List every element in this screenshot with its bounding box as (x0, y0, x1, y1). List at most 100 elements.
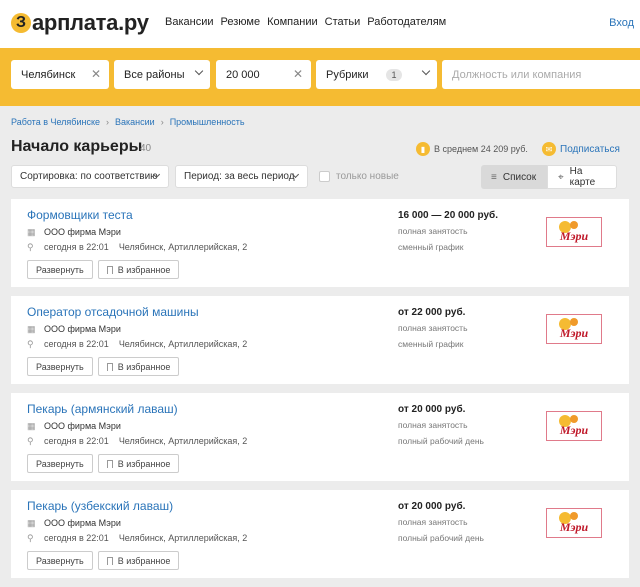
district-select[interactable]: Все районы (114, 60, 210, 89)
company-name[interactable]: ООО фирма Мэри (44, 421, 121, 431)
vacancy-company: ▦ ООО фирма Мэри (27, 227, 121, 237)
company-name[interactable]: ООО фирма Мэри (44, 518, 121, 528)
expand-label: Развернуть (36, 458, 84, 469)
city-field[interactable]: Челябинск ✕ (11, 60, 109, 89)
checkbox-box[interactable] (319, 171, 330, 182)
favorite-label: В избранное (117, 458, 171, 469)
location-icon: ⚲ (27, 435, 34, 446)
company-name[interactable]: ООО фирма Мэри (44, 324, 121, 334)
vacancy-address: Челябинск, Артиллерийская, 2 (118, 242, 248, 252)
only-new-checkbox[interactable]: только новые (319, 171, 399, 182)
vacancy-company: ▦ ООО фирма Мэри (27, 324, 121, 334)
building-icon: ▦ (27, 517, 36, 528)
site-logo[interactable]: З арплата.ру (11, 10, 149, 36)
favorite-label: В избранное (117, 361, 171, 372)
nav-item-vacancies[interactable]: Вакансии (165, 16, 214, 28)
vacancy-card: Оператор отсадочной машины ▦ ООО фирма М… (11, 296, 629, 384)
only-new-label: только новые (336, 171, 399, 182)
vacancy-card: Пекарь (армянский лаваш) ▦ ООО фирма Мэр… (11, 393, 629, 481)
period-value: Период: за весь период (184, 171, 295, 182)
company-logo[interactable]: Мэри (546, 411, 602, 441)
expand-label: Развернуть (36, 264, 84, 275)
company-name[interactable]: ООО фирма Мэри (44, 227, 121, 237)
view-list-label: Список (502, 171, 537, 183)
expand-button[interactable]: Развернуть (27, 357, 93, 376)
vacancy-schedule: полный рабочий день (398, 436, 484, 446)
svg-text:Мэри: Мэри (559, 229, 589, 243)
expand-button[interactable]: Развернуть (27, 260, 93, 279)
favorite-button[interactable]: В избранное (97, 454, 180, 473)
rubrics-select[interactable]: Рубрики 1 (316, 60, 437, 89)
building-icon: ▦ (27, 420, 36, 431)
breadcrumb-item-industry[interactable]: Промышленность (170, 117, 245, 127)
query-input[interactable]: Должность или компания (442, 60, 640, 89)
period-select[interactable]: Период: за весь период (175, 165, 308, 188)
vacancy-salary: 16 000 — 20 000 руб. (398, 210, 498, 221)
clear-icon[interactable]: ✕ (91, 67, 101, 81)
vacancy-actions: Развернуть В избранное (27, 454, 180, 473)
building-icon: ▦ (27, 323, 36, 334)
subscribe-link[interactable]: ✉ Подписаться (542, 142, 620, 156)
building-icon: ▦ (27, 226, 36, 237)
vacancy-title[interactable]: Пекарь (армянский лаваш) (27, 402, 178, 416)
company-logo[interactable]: Мэри (546, 217, 602, 247)
nav-item-articles[interactable]: Статьи (325, 16, 361, 28)
top-bar: З арплата.ру Вакансии Резюме Компании Ст… (0, 0, 640, 48)
vacancy-company: ▦ ООО фирма Мэри (27, 421, 121, 431)
vacancy-employment: полная занятость (398, 323, 468, 333)
breadcrumb-item-vacancies[interactable]: Вакансии (115, 117, 155, 127)
view-list-button[interactable]: ≡ Список (481, 165, 547, 189)
salary-field[interactable]: 20 000 ✕ (216, 60, 311, 89)
list-icon: ≡ (491, 171, 497, 183)
vacancy-salary: от 20 000 руб. (398, 404, 466, 415)
vacancy-salary: от 20 000 руб. (398, 501, 466, 512)
view-map-label: На карте (569, 166, 596, 188)
vacancy-title[interactable]: Пекарь (узбекский лаваш) (27, 499, 173, 513)
vacancy-actions: Развернуть В избранное (27, 551, 180, 570)
vacancy-actions: Развернуть В избранное (27, 357, 180, 376)
vacancy-date: сегодня в 22:01 (44, 436, 109, 446)
vacancy-employment: полная занятость (398, 226, 468, 236)
svg-text:Мэри: Мэри (559, 326, 589, 340)
clear-icon[interactable]: ✕ (293, 67, 303, 81)
login-link[interactable]: Вход (609, 17, 634, 29)
breadcrumb-item-city[interactable]: Работа в Челябинске (11, 117, 100, 127)
favorite-button[interactable]: В избранное (97, 357, 180, 376)
vacancy-actions: Развернуть В избранное (27, 260, 180, 279)
svg-text:Мэри: Мэри (559, 423, 589, 437)
chevron-down-icon (421, 66, 431, 76)
bookmark-icon (106, 459, 113, 468)
chart-icon: ▮ (416, 142, 430, 156)
vacancy-date: сегодня в 22:01 (44, 242, 109, 252)
vacancy-company: ▦ ООО фирма Мэри (27, 518, 121, 528)
favorite-button[interactable]: В избранное (97, 260, 180, 279)
query-placeholder: Должность или компания (452, 68, 582, 81)
page-title: Начало карьеры (11, 138, 143, 155)
average-salary: ▮ В среднем 24 209 руб. (416, 142, 528, 156)
vacancy-date: сегодня в 22:01 (44, 533, 109, 543)
vacancy-title[interactable]: Формовщики теста (27, 208, 133, 222)
salary-value: 20 000 (226, 68, 260, 81)
company-logo-image: Мэри (559, 221, 589, 243)
nav-item-resumes[interactable]: Резюме (221, 16, 261, 28)
company-logo[interactable]: Мэри (546, 508, 602, 538)
favorite-button[interactable]: В избранное (97, 551, 180, 570)
main-nav: Вакансии Резюме Компании Статьи Работода… (165, 16, 446, 28)
city-value: Челябинск (21, 68, 76, 81)
nav-item-employers[interactable]: Работодателям (367, 16, 446, 28)
logo-mark: З (11, 13, 31, 33)
view-map-button[interactable]: ⌖ На карте (547, 165, 617, 189)
vacancy-meta: ⚲ сегодня в 22:01 Челябинск, Артиллерийс… (27, 242, 247, 252)
svg-text:Мэри: Мэри (559, 520, 589, 534)
bookmark-icon (106, 362, 113, 371)
nav-item-companies[interactable]: Компании (267, 16, 318, 28)
map-pin-icon: ⌖ (558, 171, 564, 183)
expand-button[interactable]: Развернуть (27, 454, 93, 473)
company-logo[interactable]: Мэри (546, 314, 602, 344)
sort-select[interactable]: Сортировка: по соответствию (11, 165, 169, 188)
vacancy-title[interactable]: Оператор отсадочной машины (27, 305, 199, 319)
company-logo-image: Мэри (559, 512, 589, 534)
bookmark-icon (106, 265, 113, 274)
expand-button[interactable]: Развернуть (27, 551, 93, 570)
vacancy-meta: ⚲ сегодня в 22:01 Челябинск, Артиллерийс… (27, 436, 247, 446)
